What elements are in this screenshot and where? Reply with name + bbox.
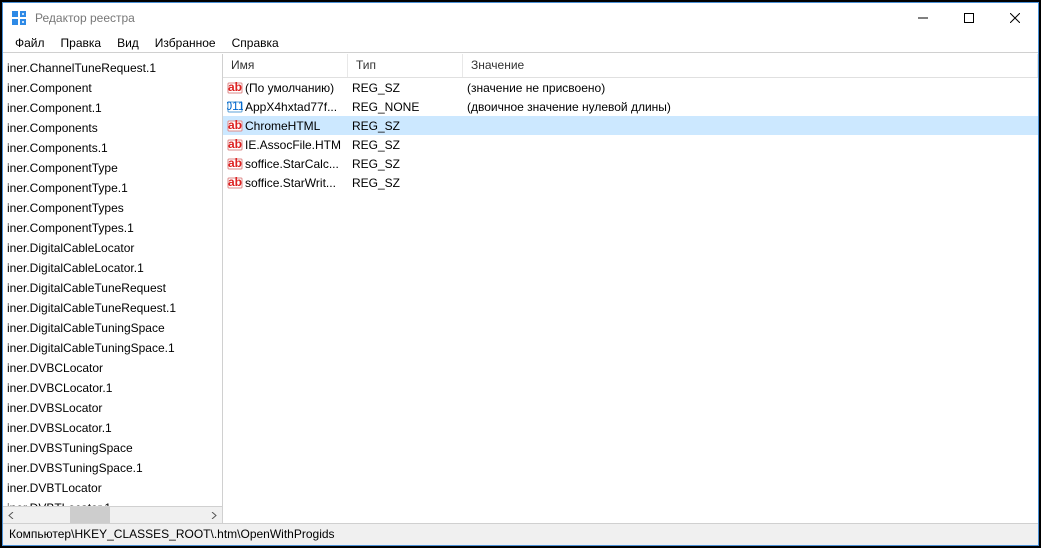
value-name-label: (По умолчанию): [245, 81, 334, 95]
window-title: Редактор реестра: [35, 11, 900, 25]
content-area: iner.ChannelTuneRequest.1iner.Componenti…: [3, 53, 1038, 523]
string-value-icon: ab: [227, 80, 243, 96]
tree-item[interactable]: iner.Components.1: [3, 138, 222, 158]
tree-item[interactable]: iner.Component.1: [3, 98, 222, 118]
cell-value: (значение не присвоено): [463, 81, 1038, 95]
minimize-button[interactable]: [900, 3, 946, 33]
list-row[interactable]: absoffice.StarCalc...REG_SZ: [223, 154, 1038, 173]
horizontal-scrollbar[interactable]: [3, 506, 222, 523]
cell-name: ab(По умолчанию): [223, 80, 348, 96]
cell-name: abChromeHTML: [223, 118, 348, 134]
binary-value-icon: 011: [227, 99, 243, 115]
tree-item[interactable]: iner.DVBSTuningSpace.1: [3, 458, 222, 478]
svg-text:ab: ab: [228, 175, 242, 189]
list-body[interactable]: ab(По умолчанию)REG_SZ(значение не присв…: [223, 78, 1038, 523]
scroll-thumb[interactable]: [70, 507, 110, 523]
cell-type: REG_NONE: [348, 100, 463, 114]
menubar: Файл Правка Вид Избранное Справка: [3, 33, 1038, 53]
tree-item[interactable]: iner.DVBSLocator.1: [3, 418, 222, 438]
column-header-type[interactable]: Тип: [348, 54, 463, 77]
list-header: Имя Тип Значение: [223, 54, 1038, 78]
value-name-label: IE.AssocFile.HTM: [245, 138, 341, 152]
cell-name: abIE.AssocFile.HTM: [223, 137, 348, 153]
cell-value: (двоичное значение нулевой длины): [463, 100, 1038, 114]
scroll-track[interactable]: [20, 507, 205, 523]
tree-item[interactable]: iner.DVBTLocator: [3, 478, 222, 498]
scroll-left-icon[interactable]: [3, 507, 20, 524]
string-value-icon: ab: [227, 175, 243, 191]
tree-item[interactable]: iner.DigitalCableTuningSpace: [3, 318, 222, 338]
svg-text:ab: ab: [228, 118, 242, 132]
value-name-label: AppX4hxtad77f...: [245, 100, 337, 114]
tree-item[interactable]: iner.DigitalCableLocator: [3, 238, 222, 258]
tree-item[interactable]: iner.DigitalCableTuneRequest.1: [3, 298, 222, 318]
list-row[interactable]: 011AppX4hxtad77f...REG_NONE(двоичное зна…: [223, 97, 1038, 116]
list-row[interactable]: ab(По умолчанию)REG_SZ(значение не присв…: [223, 78, 1038, 97]
cell-name: 011AppX4hxtad77f...: [223, 99, 348, 115]
string-value-icon: ab: [227, 156, 243, 172]
menu-file[interactable]: Файл: [7, 34, 53, 52]
menu-edit[interactable]: Правка: [53, 34, 110, 52]
tree-item[interactable]: iner.DVBSLocator: [3, 398, 222, 418]
value-name-label: soffice.StarWrit...: [245, 176, 336, 190]
menu-help[interactable]: Справка: [224, 34, 287, 52]
window-controls: [900, 3, 1038, 33]
scroll-right-icon[interactable]: [205, 507, 222, 524]
svg-text:ab: ab: [228, 137, 242, 151]
value-name-label: ChromeHTML: [245, 119, 320, 133]
list-panel: Имя Тип Значение ab(По умолчанию)REG_SZ(…: [223, 54, 1038, 523]
cell-type: REG_SZ: [348, 157, 463, 171]
tree-item[interactable]: iner.DigitalCableTuneRequest: [3, 278, 222, 298]
tree-item[interactable]: iner.ComponentTypes: [3, 198, 222, 218]
svg-text:ab: ab: [228, 156, 242, 170]
cell-name: absoffice.StarCalc...: [223, 156, 348, 172]
menu-view[interactable]: Вид: [109, 34, 147, 52]
tree-panel: iner.ChannelTuneRequest.1iner.Componenti…: [3, 54, 223, 523]
svg-text:011: 011: [227, 99, 243, 113]
column-header-value[interactable]: Значение: [463, 54, 1038, 77]
maximize-button[interactable]: [946, 3, 992, 33]
tree-item[interactable]: iner.DVBCLocator.1: [3, 378, 222, 398]
string-value-icon: ab: [227, 118, 243, 134]
titlebar[interactable]: Редактор реестра: [3, 3, 1038, 33]
tree-item[interactable]: iner.Components: [3, 118, 222, 138]
tree-list[interactable]: iner.ChannelTuneRequest.1iner.Componenti…: [3, 54, 222, 506]
cell-type: REG_SZ: [348, 176, 463, 190]
statusbar-path: Компьютер\HKEY_CLASSES_ROOT\.htm\OpenWit…: [9, 527, 335, 541]
string-value-icon: ab: [227, 137, 243, 153]
tree-item[interactable]: iner.DVBTLocator.1: [3, 498, 222, 506]
cell-type: REG_SZ: [348, 81, 463, 95]
tree-item[interactable]: iner.DigitalCableTuningSpace.1: [3, 338, 222, 358]
tree-item[interactable]: iner.Component: [3, 78, 222, 98]
menu-favorites[interactable]: Избранное: [147, 34, 224, 52]
close-button[interactable]: [992, 3, 1038, 33]
tree-item[interactable]: iner.ChannelTuneRequest.1: [3, 58, 222, 78]
tree-item[interactable]: iner.ComponentType.1: [3, 178, 222, 198]
cell-type: REG_SZ: [348, 138, 463, 152]
svg-text:ab: ab: [228, 80, 242, 94]
tree-item[interactable]: iner.DigitalCableLocator.1: [3, 258, 222, 278]
app-icon: [11, 10, 27, 26]
tree-item[interactable]: iner.ComponentTypes.1: [3, 218, 222, 238]
registry-editor-window: Редактор реестра Файл Правка Вид Избранн…: [2, 2, 1039, 546]
tree-item[interactable]: iner.ComponentType: [3, 158, 222, 178]
value-name-label: soffice.StarCalc...: [245, 157, 339, 171]
tree-item[interactable]: iner.DVBCLocator: [3, 358, 222, 378]
statusbar: Компьютер\HKEY_CLASSES_ROOT\.htm\OpenWit…: [3, 523, 1038, 545]
list-row[interactable]: abIE.AssocFile.HTMREG_SZ: [223, 135, 1038, 154]
tree-item[interactable]: iner.DVBSTuningSpace: [3, 438, 222, 458]
cell-name: absoffice.StarWrit...: [223, 175, 348, 191]
cell-type: REG_SZ: [348, 119, 463, 133]
column-header-name[interactable]: Имя: [223, 54, 348, 77]
list-row[interactable]: abChromeHTMLREG_SZ: [223, 116, 1038, 135]
list-row[interactable]: absoffice.StarWrit...REG_SZ: [223, 173, 1038, 192]
